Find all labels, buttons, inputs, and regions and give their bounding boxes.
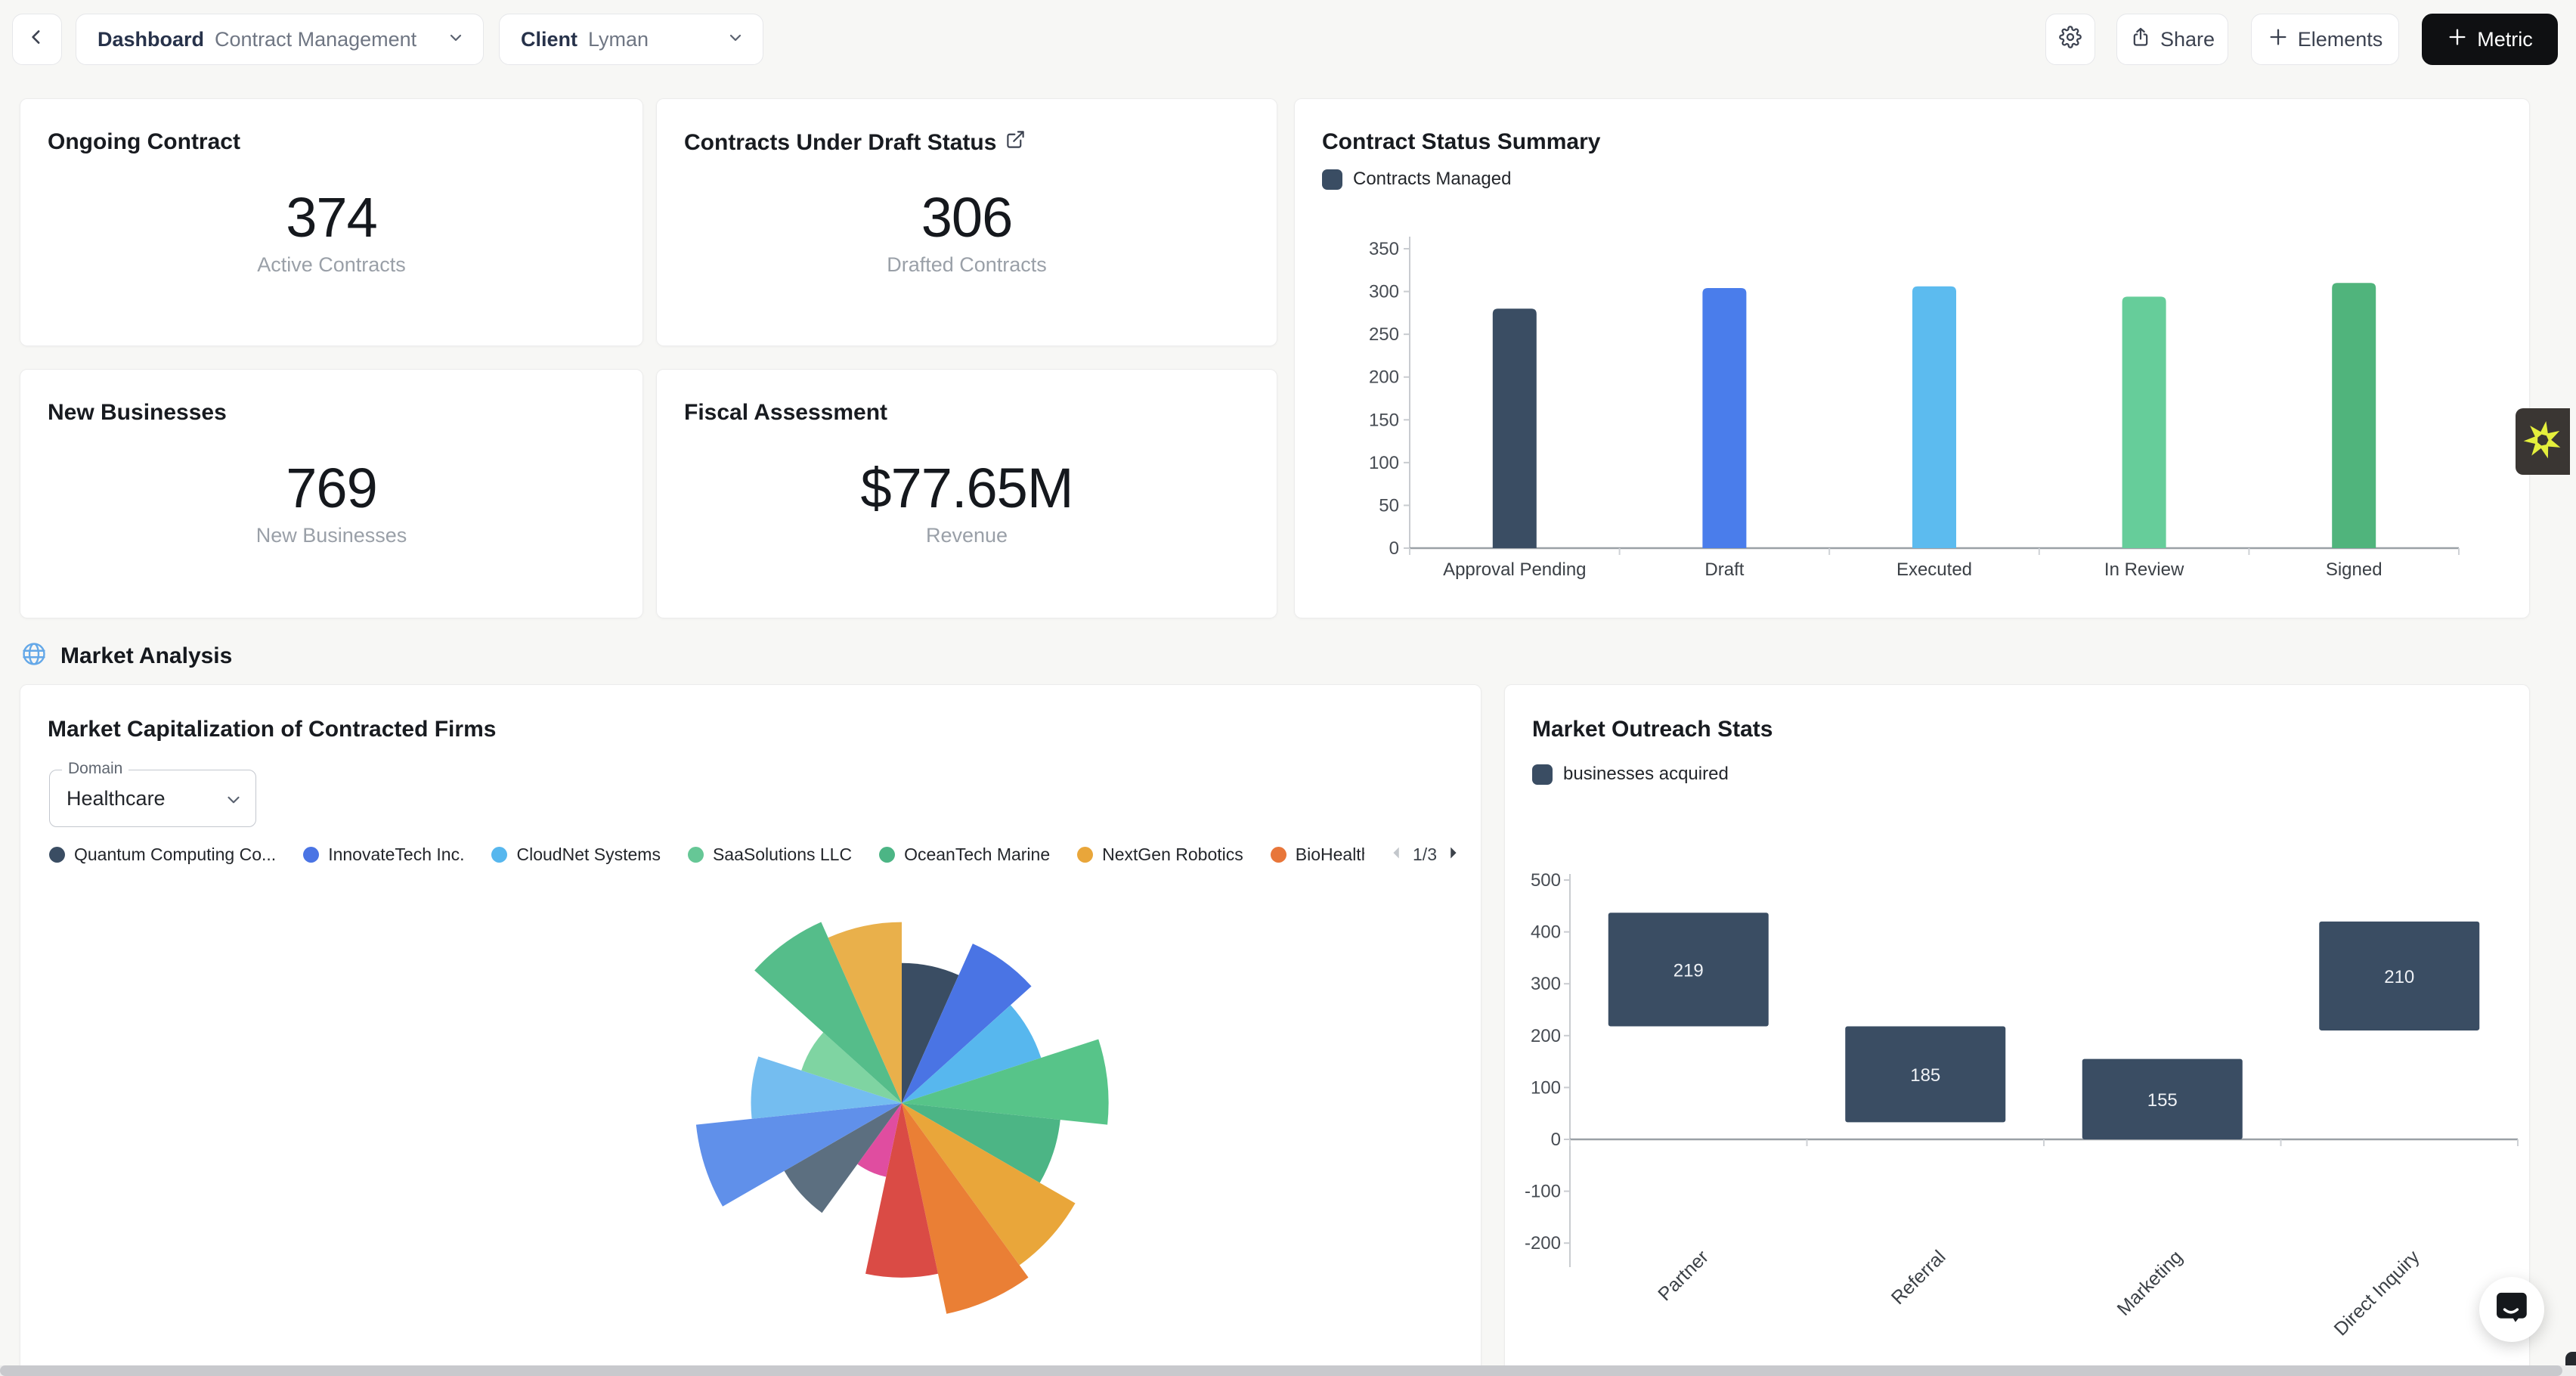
svg-text:500: 500 (1531, 870, 1561, 891)
svg-text:0: 0 (1551, 1130, 1561, 1150)
svg-text:100: 100 (1369, 453, 1399, 473)
card-title: Contracts Under Draft Status (684, 129, 1026, 156)
external-link-icon[interactable] (1005, 129, 1026, 156)
svg-text:300: 300 (1531, 974, 1561, 994)
stat-value: $77.65M (657, 456, 1277, 520)
svg-text:219: 219 (1673, 960, 1704, 981)
add-metric-button[interactable]: Metric (2422, 14, 2558, 65)
horizontal-scrollbar[interactable] (0, 1365, 2576, 1376)
stat-label: Drafted Contracts (657, 253, 1277, 277)
gear-icon (2059, 26, 2082, 54)
section-title: Market Analysis (60, 643, 232, 669)
globe-icon (21, 641, 47, 671)
share-button[interactable]: Share (2116, 14, 2228, 65)
chevron-left-icon (27, 27, 47, 52)
svg-text:185: 185 (1910, 1065, 1940, 1086)
card-title: Ongoing Contract (48, 129, 240, 155)
dashboard-select-label: Dashboard (98, 28, 204, 51)
svg-text:-100: -100 (1525, 1182, 1561, 1202)
add-elements-button[interactable]: Elements (2251, 14, 2399, 65)
bar-approval-pending[interactable] (1493, 308, 1537, 548)
svg-text:Approval Pending: Approval Pending (1443, 559, 1586, 580)
svg-text:Referral: Referral (1887, 1246, 1950, 1309)
stat-card-fiscal-assessment: Fiscal Assessment $77.65M Revenue (656, 369, 1277, 618)
svg-text:350: 350 (1369, 239, 1399, 259)
client-select[interactable]: Client Lyman (499, 14, 763, 65)
dashboard-select-value: Contract Management (215, 28, 416, 51)
svg-text:155: 155 (2147, 1090, 2178, 1111)
market-cap-card: Market Capitalization of Contracted Firm… (20, 684, 1482, 1376)
svg-text:210: 210 (2384, 967, 2414, 987)
plus-icon (2447, 26, 2468, 53)
stat-value: 769 (20, 456, 642, 520)
market-outreach-card: Market Outreach Stats businesses acquire… (1504, 684, 2530, 1376)
bar-signed[interactable] (2332, 283, 2376, 548)
stat-card-new-businesses: New Businesses 769 New Businesses (20, 369, 643, 618)
svg-text:0: 0 (1389, 538, 1399, 559)
chevron-down-icon (726, 29, 745, 51)
chart-canvas: 0 50 100 150 200 250 300 350 Approval Pending Dra… (1295, 99, 2531, 619)
metric-button-label: Metric (2477, 28, 2533, 51)
brand-widget[interactable] (2516, 408, 2570, 475)
client-select-label: Client (521, 28, 577, 51)
stat-card-ongoing-contract: Ongoing Contract 374 Active Contracts (20, 98, 643, 346)
stat-value: 306 (657, 185, 1277, 249)
svg-text:Direct Inquiry: Direct Inquiry (2330, 1246, 2424, 1340)
settings-button[interactable] (2045, 14, 2095, 65)
chat-bubble-icon (2494, 1291, 2529, 1329)
stat-label: Active Contracts (20, 253, 642, 277)
card-title: Fiscal Assessment (684, 400, 887, 426)
svg-text:50: 50 (1379, 495, 1399, 516)
bar-in-review[interactable] (2122, 296, 2166, 548)
svg-text:Draft: Draft (1704, 559, 1744, 580)
svg-text:Marketing: Marketing (2113, 1246, 2187, 1319)
svg-text:Executed: Executed (1896, 559, 1972, 580)
svg-text:250: 250 (1369, 324, 1399, 345)
svg-text:300: 300 (1369, 282, 1399, 302)
contract-status-summary-card: Contract Status Summary Contracts Manage… (1294, 98, 2530, 618)
stat-value: 374 (20, 185, 642, 249)
chart-canvas (20, 685, 1482, 1376)
svg-text:400: 400 (1531, 922, 1561, 943)
svg-text:100: 100 (1531, 1077, 1561, 1098)
stat-label: New Businesses (20, 524, 642, 547)
stat-card-contracts-under-draft: Contracts Under Draft Status 306 Drafted… (656, 98, 1277, 346)
share-icon (2130, 26, 2151, 53)
plus-icon (2268, 26, 2289, 53)
svg-text:Signed: Signed (2326, 559, 2382, 580)
svg-text:200: 200 (1369, 367, 1399, 388)
market-analysis-section-header: Market Analysis (21, 641, 232, 671)
svg-text:150: 150 (1369, 410, 1399, 430)
asterisk-logo-icon (2521, 418, 2565, 466)
stat-label: Revenue (657, 524, 1277, 547)
svg-text:-200: -200 (1525, 1233, 1561, 1254)
svg-text:In Review: In Review (2104, 559, 2184, 580)
bar-executed[interactable] (1912, 287, 1956, 548)
topbar: Dashboard Contract Management Client Lym… (0, 0, 2576, 79)
client-select-value: Lyman (588, 28, 649, 51)
bar-draft[interactable] (1702, 288, 1746, 548)
svg-text:200: 200 (1531, 1026, 1561, 1046)
card-title: New Businesses (48, 400, 227, 426)
svg-text:Partner: Partner (1654, 1246, 1713, 1305)
back-button[interactable] (12, 14, 62, 65)
chat-launcher-button[interactable] (2479, 1277, 2544, 1342)
dashboard-root: Dashboard Contract Management Client Lym… (0, 0, 2576, 1376)
chevron-down-icon (447, 29, 465, 51)
elements-button-label: Elements (2298, 28, 2383, 51)
share-button-label: Share (2160, 28, 2215, 51)
dashboard-select[interactable]: Dashboard Contract Management (76, 14, 484, 65)
horizontal-scrollbar-thumb[interactable] (0, 1365, 2562, 1376)
chart-canvas: 500 400 300 200 100 0 -100 -200 219 Partner 185 Ref… (1505, 685, 2531, 1376)
